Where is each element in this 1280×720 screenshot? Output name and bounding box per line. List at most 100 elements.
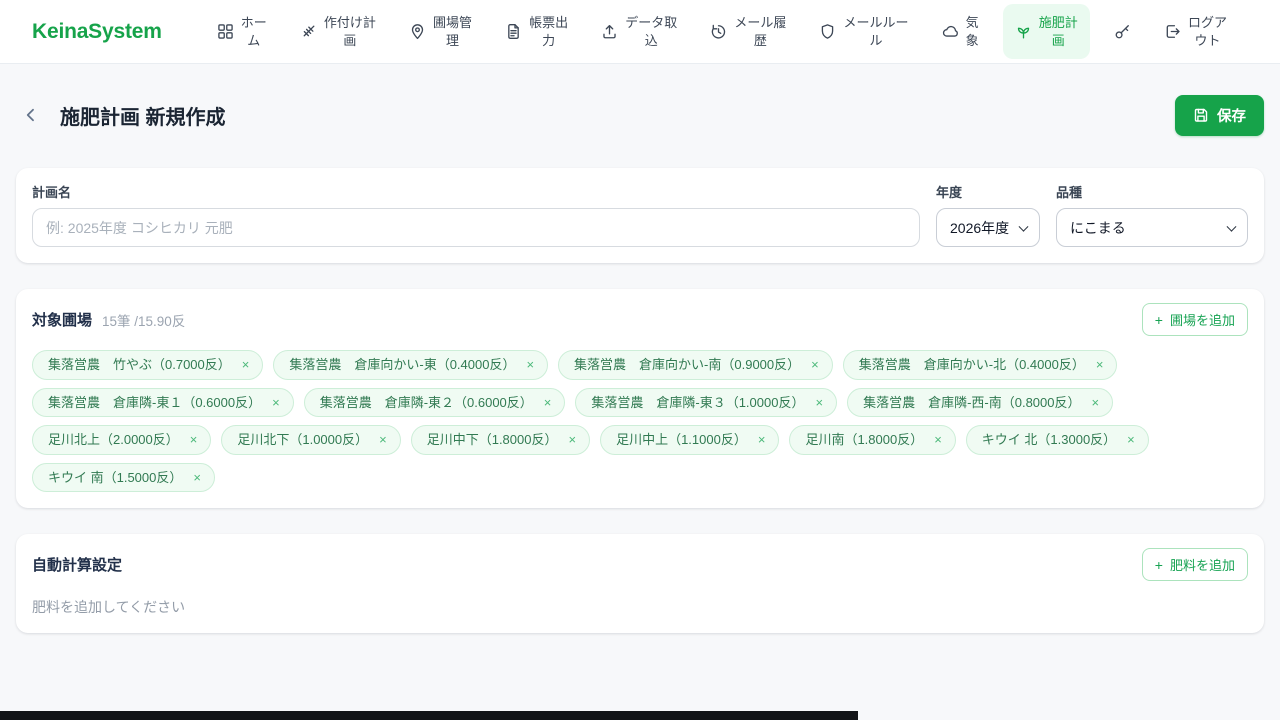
nav-item-mail-history[interactable]: メール履 歴 [701,8,795,55]
target-fields-summary: 15筆 /15.90反 [102,313,186,329]
nav-item-planting-plan[interactable]: 作付け計 画 [291,8,385,55]
field-chip: 集落営農 倉庫向かい-東（0.4000反） × [273,350,549,380]
remove-field-icon[interactable]: × [934,433,942,446]
field-chip-label: 集落営農 倉庫向かい-北（0.4000反） [858,357,1085,372]
nav-item-key[interactable] [1105,17,1140,46]
remove-field-icon[interactable]: × [242,358,250,371]
field-chip-label: 集落営農 倉庫向かい-南（0.9000反） [574,357,801,372]
auto-calc-card: 自動計算設定 + 肥料を追加 肥料を追加してください [16,534,1264,634]
remove-field-icon[interactable]: × [1127,433,1135,446]
save-button[interactable]: 保存 [1175,94,1264,136]
add-field-button[interactable]: + 圃場を追加 [1141,303,1248,336]
nav-item-label: メールルー ル [843,14,909,48]
back-button[interactable] [18,102,44,128]
nav-item-label: 施肥計 画 [1038,14,1078,48]
field-chip: 集落営農 倉庫隣-東１（0.6000反） × [32,387,294,418]
nav-item-label: 圃場管 理 [432,14,472,48]
field-chip: 集落営農 倉庫向かい-北（0.4000反） × [842,350,1118,380]
field-chip-label: 足川中上（1.1000反） [616,432,747,448]
page-title: 施肥計画 新規作成 [60,106,226,129]
grid-icon [217,23,234,40]
nav-item-logout[interactable]: ログア ウト [1155,8,1236,55]
year-label: 年度 [936,185,963,200]
nav-item-data-import[interactable]: データ取 込 [592,8,686,55]
nav-item-label: データ取 込 [625,14,678,48]
field-chip-label: 集落営農 倉庫隣-東２（0.6000反） [319,394,533,410]
field-chip: 足川北上（2.0000反） × [32,425,212,455]
remove-field-icon[interactable]: × [379,433,387,446]
nav-item-label: メール履 歴 [734,14,787,48]
nav-item-report-output[interactable]: 帳票出 力 [496,8,577,55]
history-clock-icon [710,23,727,40]
nav-item-weather[interactable]: 気 象 [933,8,988,55]
field-chip-label: キウイ 南（1.5000反） [48,469,183,485]
field-chip-label: 足川北上（2.0000反） [48,432,179,448]
nav-item-label: ログア ウト [1187,14,1227,48]
nav-item-mail-rules[interactable]: メールルー ル [810,8,917,55]
add-fertilizer-button-label: 肥料を追加 [1169,558,1235,574]
remove-field-icon[interactable]: × [1091,396,1099,409]
remove-field-icon[interactable]: × [811,358,819,371]
nav-item-label: 作付け計 画 [323,14,376,48]
year-select[interactable]: 2026年度 [936,208,1040,247]
field-chip-label: 集落営農 倉庫隣-西-南（0.8000反） [863,394,1081,410]
add-fertilizer-button[interactable]: + 肥料を追加 [1141,548,1248,582]
save-button-label: 保存 [1217,108,1246,125]
field-chip: 集落営農 竹やぶ（0.7000反） × [32,350,264,380]
field-chip: キウイ 南（1.5000反） × [32,462,215,493]
field-chip-label: 足川北下（1.0000反） [237,432,369,448]
field-chip-label: 集落営農 倉庫隣-東３（1.0000反） [591,394,805,410]
field-chip-label: 足川中下（1.8000反） [426,432,558,448]
nav-item-fertilization-plan[interactable]: 施肥計 画 [1002,3,1090,60]
wheat-icon [300,23,317,40]
remove-field-icon[interactable]: × [815,396,823,409]
field-chip-label: 集落営農 倉庫向かい-東（0.4000反） [289,357,516,372]
field-chip: 足川中下（1.8000反） × [410,425,591,455]
upload-icon [601,23,618,40]
field-chip: 集落営農 倉庫隣-西-南（0.8000反） × [847,387,1114,418]
remove-field-icon[interactable]: × [272,396,280,409]
save-icon [1193,107,1209,123]
plan-name-label: 計画名 [32,185,72,200]
target-fields-card: 対象圃場 15筆 /15.90反 + 圃場を追加 集落営農 竹やぶ（0.7000… [16,289,1264,509]
field-chip: 足川中上（1.1000反） × [600,425,780,455]
auto-calc-title: 自動計算設定 [32,557,123,575]
field-chip: 足川北下（1.0000反） × [221,425,401,455]
map-pin-icon [409,23,426,40]
remove-field-icon[interactable]: × [758,433,766,446]
field-chip: キウイ 北（1.3000反） × [965,425,1149,455]
remove-field-icon[interactable]: × [190,433,198,446]
sprout-icon [1015,23,1032,40]
field-chip: 集落営農 倉庫隣-東２（0.6000反） × [303,387,566,418]
plan-name-input[interactable] [32,208,920,247]
remove-field-icon[interactable]: × [1096,358,1104,371]
remove-field-icon[interactable]: × [526,358,534,371]
shield-icon [819,23,836,40]
remove-field-icon[interactable]: × [544,396,552,409]
key-icon [1114,23,1131,40]
logout-icon [1164,23,1181,40]
field-chip: 集落営農 倉庫向かい-南（0.9000反） × [558,350,833,380]
main-content: 施肥計画 新規作成 保存 計画名 年度 2026年度 品種 [0,64,1280,634]
plus-icon: + [1154,311,1163,328]
plus-icon: + [1154,556,1163,573]
nav-item-label: 帳票出 力 [529,14,569,48]
remove-field-icon[interactable]: × [568,433,576,446]
field-chip-label: キウイ 北（1.3000反） [981,432,1117,448]
variety-select[interactable]: にこまる [1056,208,1248,247]
field-chip-label: 集落営農 倉庫隣-東１（0.6000反） [48,394,262,410]
nav-item-field-management[interactable]: 圃場管 理 [400,8,481,55]
main-nav: ホー ム 作付け計 画 圃場管 理 帳票出 力 データ取 込 メール履 歴 メー… [208,3,1236,60]
variety-label: 品種 [1056,185,1083,200]
nav-item-home[interactable]: ホー ム [208,8,276,55]
top-navbar: KeinaSystem ホー ム 作付け計 画 圃場管 理 帳票出 力 データ取… [0,0,1280,64]
remove-field-icon[interactable]: × [193,471,201,484]
add-field-button-label: 圃場を追加 [1169,313,1235,328]
field-chip-label: 集落営農 竹やぶ（0.7000反） [48,357,231,372]
field-chip: 集落営農 倉庫隣-東３（1.0000反） × [575,387,838,418]
plan-form-card: 計画名 年度 2026年度 品種 にこまる [16,168,1264,263]
bottom-bar [0,711,858,720]
field-chip-label: 足川南（1.8000反） [805,432,924,448]
document-icon [505,23,522,40]
cloud-icon [942,23,959,40]
